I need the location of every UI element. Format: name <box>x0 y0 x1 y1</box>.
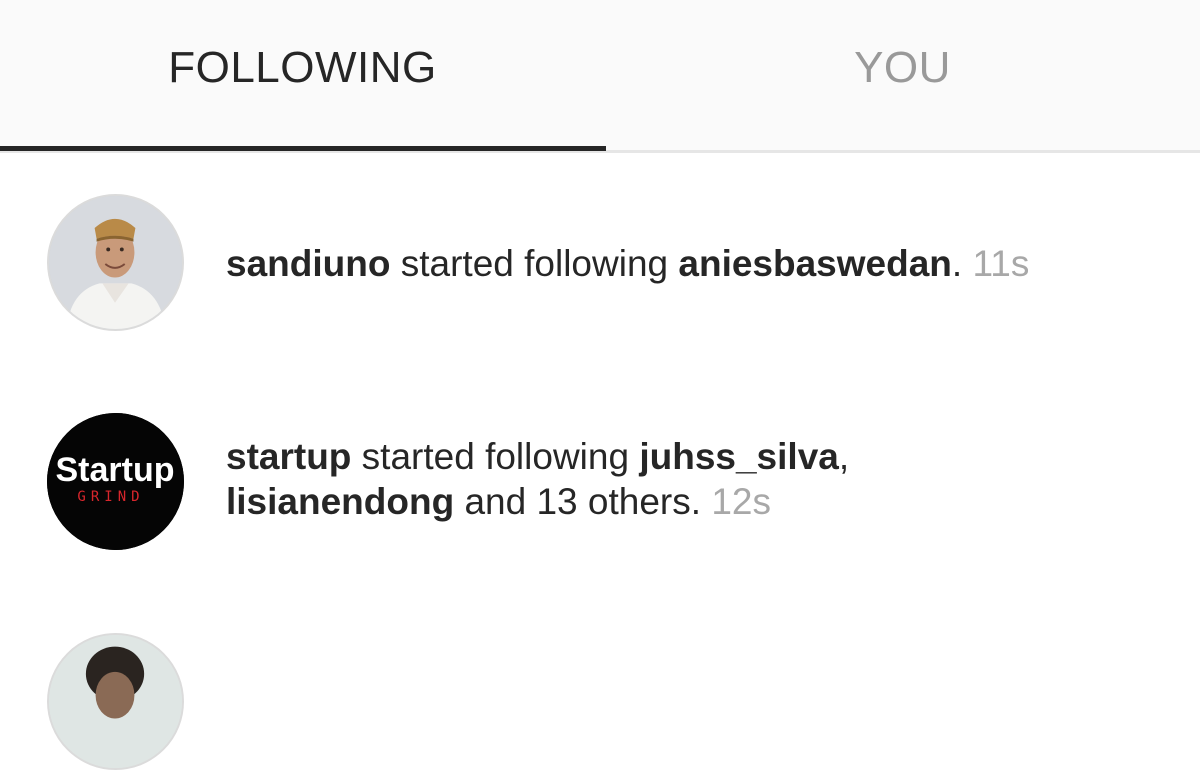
logo-text-startup: Startup <box>56 451 175 489</box>
activity-item[interactable] <box>0 623 1200 770</box>
tab-following[interactable]: FOLLOWING <box>0 0 605 150</box>
tab-you[interactable]: YOU <box>605 0 1200 150</box>
punctuation: . <box>951 243 963 284</box>
startup-grind-logo-icon: Startup GRIND <box>47 413 184 550</box>
avatar-startup[interactable]: Startup GRIND <box>47 413 184 550</box>
target-username-link[interactable]: aniesbaswedan <box>678 243 952 284</box>
target-username-link[interactable]: lisianendong <box>226 481 454 522</box>
punctuation: , <box>838 436 850 477</box>
username-link[interactable]: startup <box>226 436 351 477</box>
activity-others[interactable]: and 13 others. <box>454 481 701 522</box>
avatar-user[interactable] <box>47 633 184 770</box>
profile-photo-icon <box>49 635 182 768</box>
activity-action: started following <box>351 436 640 477</box>
active-tab-indicator <box>0 146 606 151</box>
activity-feed: sandiuno started following aniesbaswedan… <box>0 153 1200 770</box>
activity-tab-bar: FOLLOWING YOU <box>0 0 1200 153</box>
profile-photo-icon <box>49 196 182 329</box>
target-username-link[interactable]: juhss_silva <box>639 436 839 477</box>
logo-text-grind: GRIND <box>77 489 144 505</box>
activity-action: started following <box>390 243 679 284</box>
activity-text: sandiuno started following aniesbaswedan… <box>226 241 1166 286</box>
avatar-sandiuno[interactable] <box>47 194 184 331</box>
timestamp: 12s <box>711 481 771 522</box>
activity-item[interactable]: Startup GRIND startup started following … <box>0 403 1200 623</box>
username-link[interactable]: sandiuno <box>226 243 390 284</box>
timestamp: 11s <box>972 243 1030 284</box>
activity-text: startup started following juhss_silva, l… <box>226 434 1166 524</box>
activity-item[interactable]: sandiuno started following aniesbaswedan… <box>0 153 1200 403</box>
